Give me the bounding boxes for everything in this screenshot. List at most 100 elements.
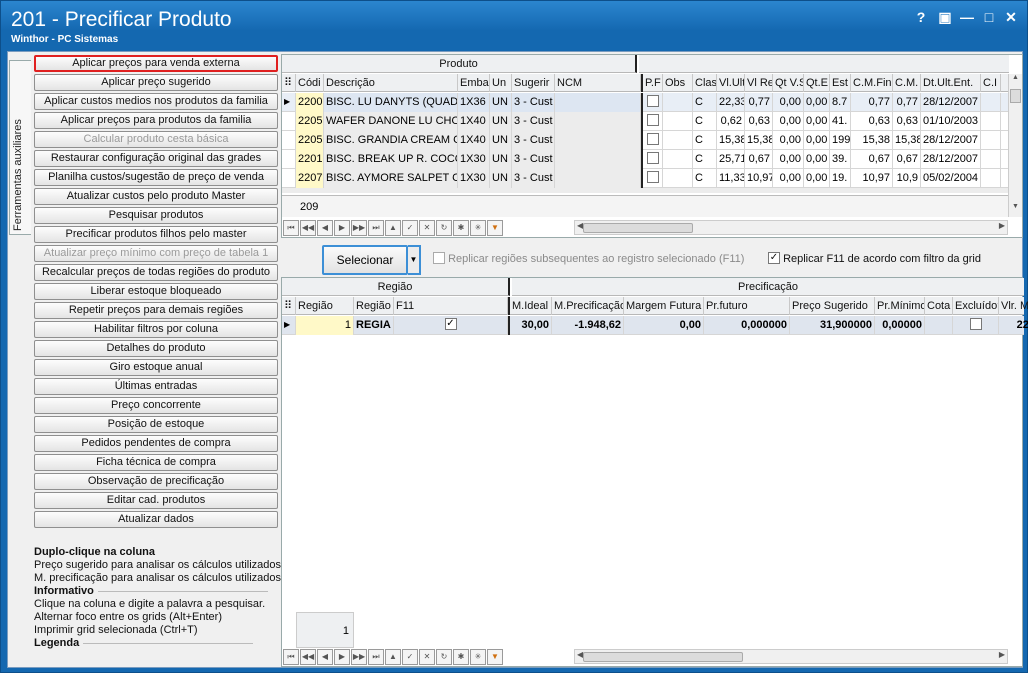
navigator-button[interactable]: ▶▶ bbox=[351, 220, 367, 236]
navigator-button[interactable]: ⏮ bbox=[283, 220, 299, 236]
column-header[interactable]: M.Ideal bbox=[508, 297, 552, 315]
navigator-button[interactable]: ✱ bbox=[453, 649, 469, 665]
column-header[interactable]: Região bbox=[296, 297, 354, 315]
minimize-button[interactable]: — bbox=[959, 9, 975, 25]
table-row[interactable]: 2205 BISC. GRANDIA CREAM CR 1X40 UN 3 - Cust… bbox=[282, 131, 1009, 150]
help-button[interactable]: ? bbox=[913, 9, 929, 25]
table-row[interactable]: ▶ 1 REGIA ✓ 30,00 -1.948,62 0,00 0,000000 31,900… bbox=[282, 316, 1028, 335]
action-button[interactable]: Aplicar preços para venda externa bbox=[34, 55, 278, 72]
column-header[interactable]: Qt.E bbox=[804, 74, 830, 92]
table-row[interactable]: ▶ 2200 BISC. LU DANYTS (QUAD) 1X36 UN 3 - Cus… bbox=[282, 93, 1009, 112]
pf-checkbox[interactable] bbox=[646, 152, 659, 165]
column-header[interactable]: Un bbox=[490, 74, 512, 92]
column-header[interactable]: Preço Sugerido bbox=[790, 297, 875, 315]
column-header[interactable]: Pr.futuro bbox=[704, 297, 790, 315]
action-button[interactable]: Aplicar custos medios nos produtos da fa… bbox=[34, 93, 278, 110]
column-header[interactable]: Vl Repo bbox=[745, 74, 773, 92]
navigator-button[interactable]: ◀◀ bbox=[300, 649, 316, 665]
column-header[interactable]: Dt.Ult.Ent. bbox=[921, 74, 981, 92]
action-button[interactable]: Posição de estoque bbox=[34, 416, 278, 433]
action-button[interactable]: Observação de precificação bbox=[34, 473, 278, 490]
navigator-button[interactable]: ◀ bbox=[317, 649, 333, 665]
action-button[interactable]: Liberar estoque bloqueado bbox=[34, 283, 278, 300]
replicate-regions-checkbox[interactable] bbox=[433, 252, 445, 265]
action-button[interactable]: Atualizar custos pelo produto Master bbox=[34, 188, 278, 205]
column-header[interactable]: Obs bbox=[663, 74, 693, 92]
navigator-button[interactable]: ◀◀ bbox=[300, 220, 316, 236]
product-grid[interactable]: Produto ⠿ Códi Descrição Emba Un Sugerir NCM P.… bbox=[281, 54, 1023, 238]
select-dropdown-icon[interactable]: ▼ bbox=[408, 245, 421, 275]
replicate-f11-checkbox[interactable]: ✓ bbox=[768, 252, 780, 265]
table-row[interactable]: 2201 BISC. BREAK UP R. COCO 1X30 UN 3 - Cust… bbox=[282, 150, 1009, 169]
column-header[interactable]: Margem Futura bbox=[624, 297, 704, 315]
navigator-button[interactable]: ▼ bbox=[487, 220, 503, 236]
navigator-button[interactable]: ✳ bbox=[470, 220, 486, 236]
column-header[interactable]: Sugerir bbox=[512, 74, 555, 92]
column-header[interactable]: C.M.Fin bbox=[851, 74, 893, 92]
column-header[interactable]: Cota bbox=[925, 297, 953, 315]
action-button[interactable]: Pedidos pendentes de compra bbox=[34, 435, 278, 452]
navigator-button[interactable]: ✓ bbox=[402, 649, 418, 665]
action-button[interactable]: Aplicar preço sugerido bbox=[34, 74, 278, 91]
action-button[interactable]: Recalcular preços de todas regiões do pr… bbox=[34, 264, 278, 281]
navigator-button[interactable]: ✕ bbox=[419, 220, 435, 236]
pf-checkbox[interactable] bbox=[646, 95, 659, 108]
action-button[interactable]: Repetir preços para demais regiões bbox=[34, 302, 278, 319]
edit-icon-button[interactable]: ▣ bbox=[937, 9, 953, 25]
navigator-button[interactable]: ✓ bbox=[402, 220, 418, 236]
action-button[interactable]: Restaurar configuração original das grad… bbox=[34, 150, 278, 167]
grid-options-icon[interactable]: ⠿ bbox=[282, 297, 296, 315]
navigator-button[interactable]: ▶▶ bbox=[351, 649, 367, 665]
column-header[interactable]: Qt V.S bbox=[773, 74, 804, 92]
table-row[interactable]: 2205 WAFER DANONE LU CHOC 1X40 UN 3 - Cust C 0… bbox=[282, 112, 1009, 131]
navigator-button[interactable]: ✳ bbox=[470, 649, 486, 665]
column-header[interactable]: M.Precificação bbox=[552, 297, 624, 315]
column-header[interactable]: Vl.Ult bbox=[717, 74, 745, 92]
navigator-button[interactable]: ✱ bbox=[453, 220, 469, 236]
pf-checkbox[interactable] bbox=[646, 133, 659, 146]
f11-checkbox[interactable]: ✓ bbox=[444, 318, 457, 331]
action-button[interactable]: Aplicar preços para produtos da familia bbox=[34, 112, 278, 129]
product-vscroll[interactable]: ▲ ▼ bbox=[1008, 74, 1022, 217]
region-grid[interactable]: Região Precificação ⠿ Região Região F11 M.Id… bbox=[281, 277, 1028, 667]
action-button[interactable]: Giro estoque anual bbox=[34, 359, 278, 376]
grid-options-icon[interactable]: ⠿ bbox=[282, 74, 296, 92]
close-button[interactable]: ✕ bbox=[1003, 9, 1019, 25]
column-header[interactable]: Est bbox=[830, 74, 851, 92]
maximize-button[interactable]: □ bbox=[981, 9, 997, 25]
action-button[interactable]: Precificar produtos filhos pelo master bbox=[34, 226, 278, 243]
navigator-button[interactable]: ▶ bbox=[334, 649, 350, 665]
pf-checkbox[interactable] bbox=[646, 114, 659, 127]
excl-checkbox[interactable] bbox=[969, 318, 982, 331]
column-header[interactable]: C.I bbox=[981, 74, 1001, 92]
action-button[interactable]: Últimas entradas bbox=[34, 378, 278, 395]
column-header[interactable]: Emba bbox=[458, 74, 490, 92]
region-hscroll[interactable]: ◀ ▶ bbox=[574, 649, 1008, 664]
navigator-button[interactable]: ▼ bbox=[487, 649, 503, 665]
column-header[interactable]: Excluído? bbox=[953, 297, 999, 315]
navigator-button[interactable]: ◀ bbox=[317, 220, 333, 236]
action-button[interactable]: Editar cad. produtos bbox=[34, 492, 278, 509]
replicate-f11-option[interactable]: ✓ Replicar F11 de acordo com filtro da g… bbox=[768, 252, 981, 265]
column-header[interactable]: Vlr. M bbox=[999, 297, 1028, 315]
column-header[interactable]: P.F bbox=[641, 74, 663, 92]
select-button[interactable]: Selecionar bbox=[322, 245, 408, 275]
navigator-button[interactable]: ▲ bbox=[385, 649, 401, 665]
action-button[interactable]: Ficha técnica de compra bbox=[34, 454, 278, 471]
navigator-button[interactable]: ↻ bbox=[436, 220, 452, 236]
action-button[interactable]: Planilha custos/sugestão de preço de ven… bbox=[34, 169, 278, 186]
navigator-button[interactable]: ⏭ bbox=[368, 649, 384, 665]
side-tab-ferramentas[interactable]: Ferramentas auxiliares bbox=[9, 60, 31, 235]
navigator-button[interactable]: ▲ bbox=[385, 220, 401, 236]
column-header[interactable]: Região bbox=[354, 297, 394, 315]
navigator-button[interactable]: ⏭ bbox=[368, 220, 384, 236]
column-header[interactable]: Pr.Mínimo bbox=[875, 297, 925, 315]
navigator-button[interactable]: ✕ bbox=[419, 649, 435, 665]
action-button[interactable]: Atualizar dados bbox=[34, 511, 278, 528]
column-header[interactable]: NCM bbox=[555, 74, 641, 92]
action-button[interactable]: Pesquisar produtos bbox=[34, 207, 278, 224]
column-header[interactable]: Códi bbox=[296, 74, 324, 92]
action-button[interactable]: Detalhes do produto bbox=[34, 340, 278, 357]
table-row[interactable] bbox=[282, 188, 1009, 193]
product-hscroll[interactable]: ◀ ▶ bbox=[574, 220, 1008, 235]
